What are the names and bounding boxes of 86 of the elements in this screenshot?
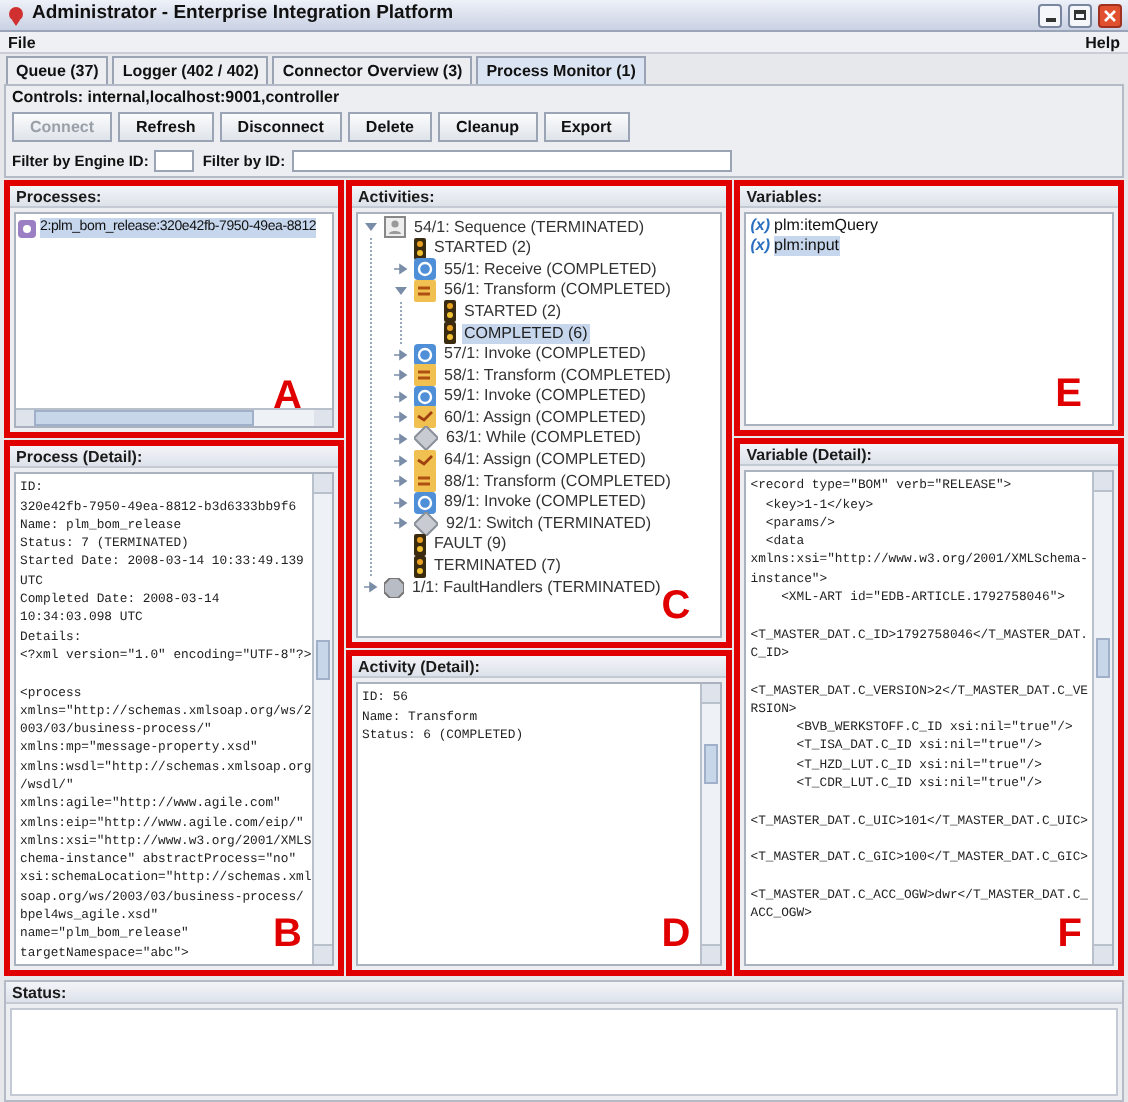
tree-item[interactable]: 63/1: While (COMPLETED) [444, 428, 643, 449]
panel-header: Process (Detail): [10, 446, 338, 469]
expand-handle-right-icon[interactable] [393, 410, 407, 425]
tree-item[interactable]: STARTED (2) [432, 238, 534, 259]
transform-icon [414, 470, 436, 493]
panel-header: Activities: [352, 186, 727, 209]
assign-icon [414, 406, 436, 429]
expand-handle-down-icon[interactable] [393, 283, 407, 298]
sequence-icon [384, 216, 406, 239]
transform-icon [414, 279, 436, 302]
tab[interactable]: Queue (37) [6, 56, 109, 84]
tree-item[interactable]: 64/1: Assign (COMPLETED) [442, 450, 648, 471]
expand-handle-right-icon[interactable] [393, 495, 407, 510]
minimize-button[interactable] [1038, 3, 1062, 27]
tab[interactable]: Logger (402 / 402) [112, 56, 269, 84]
toolbar-button[interactable]: Cleanup [437, 112, 537, 142]
vertical-scrollbar[interactable] [1092, 472, 1112, 964]
panel-marker-letter: C [661, 586, 691, 627]
tree-item[interactable]: COMPLETED (6) [462, 323, 590, 344]
maximize-button[interactable] [1068, 3, 1092, 27]
expand-handle-down-icon[interactable] [363, 220, 377, 235]
diamond-icon [414, 511, 438, 536]
vertical-scrollbar[interactable] [312, 474, 332, 964]
assign-icon [414, 449, 436, 472]
octagon-icon [384, 577, 404, 598]
expand-handle-right-icon[interactable] [393, 262, 407, 277]
tree-item[interactable]: 60/1: Assign (COMPLETED) [442, 407, 648, 428]
tree-item[interactable]: 89/1: Invoke (COMPLETED) [442, 492, 648, 513]
close-icon [1104, 9, 1116, 21]
controls-label: Controls: internal,localhost:9001,controller [12, 88, 342, 108]
variable-list-item[interactable]: plm:itemQuery [774, 216, 879, 237]
panel-header: Variable (Detail): [740, 444, 1118, 467]
menu-item[interactable]: Help [1085, 32, 1120, 52]
variable-list-item[interactable]: plm:input [774, 236, 839, 257]
panel-marker-letter: B [273, 914, 302, 954]
tab[interactable]: Process Monitor (1) [476, 56, 646, 84]
diamond-icon [414, 426, 438, 451]
tree-item[interactable]: 59/1: Invoke (COMPLETED) [442, 386, 648, 407]
tree-item[interactable]: 88/1: Transform (COMPLETED) [442, 471, 673, 492]
window-title: Administrator - Enterprise Integration Platform [32, 0, 456, 29]
gear-icon [414, 343, 436, 366]
panel-marker-letter: E [1055, 374, 1082, 415]
expand-handle-right-icon[interactable] [393, 347, 407, 362]
tree-item[interactable]: 55/1: Receive (COMPLETED) [442, 259, 659, 280]
expand-handle-right-icon[interactable] [363, 580, 377, 595]
panel-marker-letter: F [1057, 914, 1082, 954]
close-button[interactable] [1098, 3, 1122, 27]
expand-handle-right-icon[interactable] [393, 368, 407, 383]
traffic-light-icon [414, 237, 426, 260]
tree-item[interactable]: 92/1: Switch (TERMINATED) [444, 513, 654, 534]
gear-icon [414, 258, 436, 281]
toolbar-button[interactable]: Disconnect [219, 112, 342, 142]
filter-input-field[interactable] [291, 150, 732, 173]
toolbar-button[interactable]: Export [543, 112, 630, 142]
panel-header: Variables: [740, 186, 1118, 209]
tree-item[interactable]: STARTED (2) [462, 301, 564, 322]
expand-handle-right-icon[interactable] [393, 474, 407, 489]
panel-header: Status: [6, 982, 1122, 1004]
panel-marker-letter: A [273, 376, 302, 417]
gear-icon [414, 385, 436, 408]
filter-input-field[interactable] [154, 150, 195, 173]
tree-item[interactable]: FAULT (9) [432, 534, 509, 555]
expand-handle-right-icon[interactable] [393, 453, 407, 468]
tree-item[interactable]: 54/1: Sequence (TERMINATED) [412, 217, 647, 238]
tree-item[interactable]: 56/1: Transform (COMPLETED) [442, 280, 673, 301]
vertical-scrollbar[interactable] [700, 684, 721, 964]
panel-header: Processes: [10, 186, 338, 209]
expand-handle-right-icon[interactable] [393, 389, 407, 404]
toolbar-button[interactable]: Delete [347, 112, 432, 142]
toolbar-button[interactable]: Refresh [118, 112, 214, 142]
expand-handle-right-icon[interactable] [393, 431, 407, 446]
horizontal-scrollbar[interactable] [16, 408, 332, 427]
tree-item[interactable]: TERMINATED (7) [432, 556, 563, 577]
variable-icon: (x) [750, 216, 771, 237]
tree-item[interactable]: 1/1: FaultHandlers (TERMINATED) [410, 577, 663, 598]
variable-icon: (x) [750, 236, 771, 257]
tree-item[interactable]: 57/1: Invoke (COMPLETED) [442, 344, 648, 365]
app-logo-icon [6, 5, 26, 25]
panel-marker-letter: D [661, 914, 691, 954]
tab[interactable]: Connector Overview (3) [272, 56, 473, 84]
tree-item[interactable]: 58/1: Transform (COMPLETED) [442, 365, 673, 386]
panel-header: Activity (Detail): [352, 656, 727, 679]
transform-icon [414, 364, 436, 387]
expand-handle-right-icon[interactable] [393, 516, 407, 531]
gear-icon [414, 491, 436, 514]
menu-item[interactable]: File [8, 32, 36, 52]
